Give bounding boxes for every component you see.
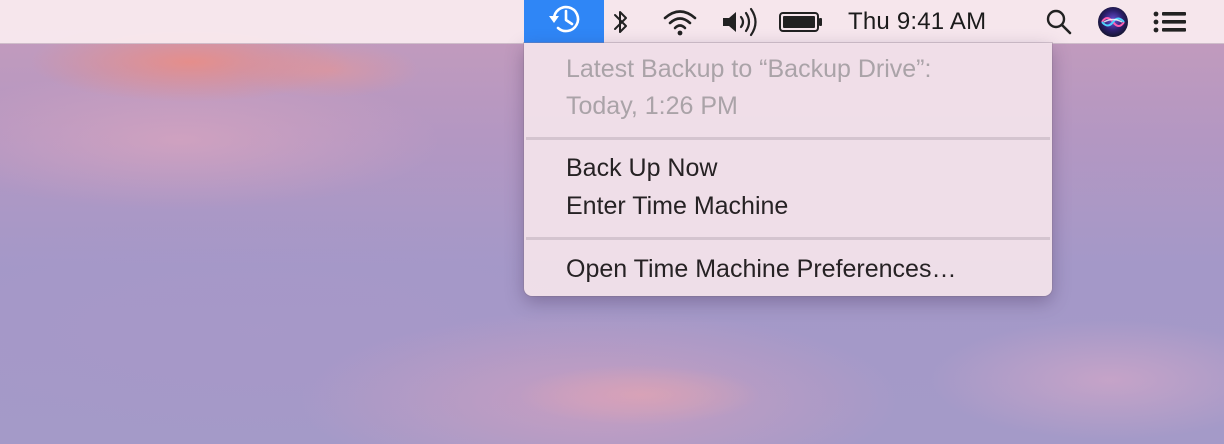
menu-bar: Thu 9:41 AM bbox=[0, 0, 1224, 44]
wifi-icon[interactable] bbox=[658, 0, 702, 43]
latest-backup-time: Today, 1:26 PM bbox=[566, 92, 738, 120]
back-up-now-item[interactable]: Back Up Now bbox=[566, 154, 717, 183]
bluetooth-icon[interactable] bbox=[608, 0, 634, 43]
notification-center-icon[interactable] bbox=[1148, 0, 1190, 43]
time-machine-icon bbox=[544, 0, 584, 44]
volume-icon[interactable] bbox=[718, 0, 764, 43]
time-machine-dropdown-menu: Latest Backup to “Backup Drive”: Today, … bbox=[524, 43, 1052, 296]
siri-icon[interactable] bbox=[1096, 0, 1130, 43]
menu-separator bbox=[526, 237, 1050, 240]
menu-separator bbox=[526, 137, 1050, 140]
menubar-clock[interactable]: Thu 9:41 AM bbox=[848, 0, 986, 43]
spotlight-search-icon[interactable] bbox=[1042, 0, 1076, 43]
enter-time-machine-item[interactable]: Enter Time Machine bbox=[566, 192, 788, 221]
open-time-machine-preferences-item[interactable]: Open Time Machine Preferences… bbox=[566, 255, 956, 284]
time-machine-menu-extra[interactable] bbox=[524, 0, 604, 43]
battery-icon[interactable] bbox=[776, 0, 826, 43]
latest-backup-label: Latest Backup to “Backup Drive”: bbox=[566, 55, 932, 83]
